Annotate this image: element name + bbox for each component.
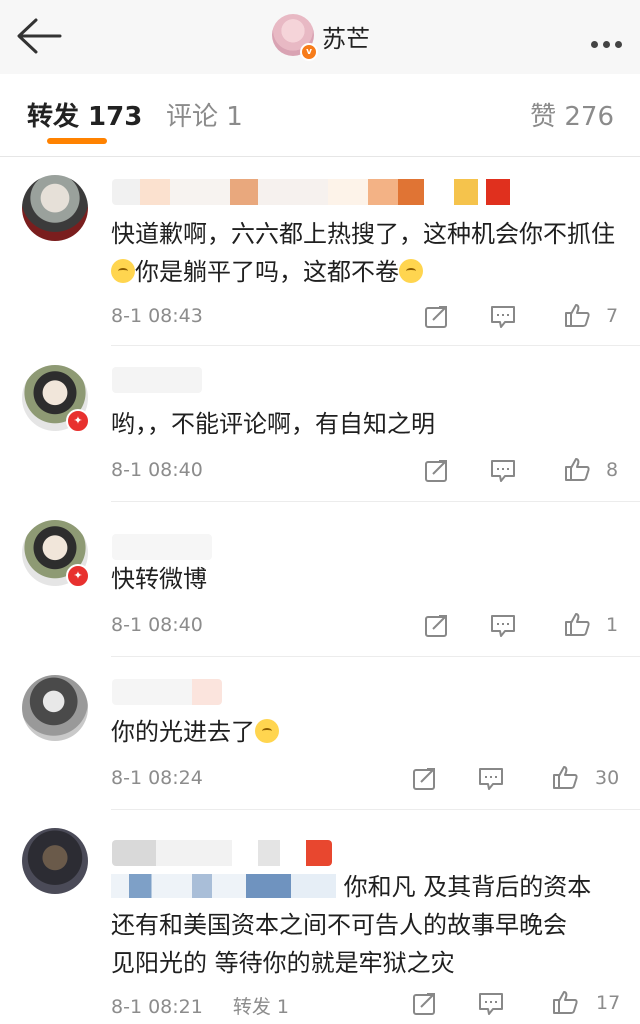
tab-bar: 转发 173 评论 1 赞 276 — [0, 74, 640, 157]
like-count: 8 — [606, 459, 619, 481]
user-badge-icon: ✦ — [66, 564, 90, 588]
like-count: 1 — [606, 614, 619, 636]
like-count: 7 — [606, 305, 619, 327]
comment-text: 哟，，不能评论啊，有自知之明 — [111, 410, 435, 438]
list-item: 你的光进去了 8-1 08:24 30 — [0, 657, 640, 810]
list-item: ✦ 快转微博 8-1 08:40 1 — [0, 502, 640, 657]
like-thumb-icon[interactable] — [564, 457, 590, 481]
crying-emoji-icon — [255, 719, 279, 743]
comment-icon[interactable] — [490, 614, 516, 638]
list-item: 你和凡 及其背后的资本 还有和美国资本之间不可告人的故事早晚会 见阳光的 等待你… — [0, 810, 640, 1024]
username-masked[interactable] — [112, 534, 212, 560]
repost-icon[interactable] — [424, 305, 450, 329]
comment-time: 8-1 08:24 — [111, 767, 203, 789]
like-count: 30 — [595, 767, 620, 789]
repost-icon[interactable] — [412, 767, 438, 791]
comment-text: 快转微博 — [111, 565, 207, 593]
comment-text: 你的光进去了 — [111, 713, 621, 751]
like-thumb-icon[interactable] — [564, 612, 590, 636]
repost-icon[interactable] — [424, 614, 450, 638]
more-options-icon[interactable] — [586, 33, 622, 52]
list-item: ✦ 哟，，不能评论啊，有自知之明 8-1 08:40 8 — [0, 347, 640, 502]
avatar[interactable] — [22, 828, 88, 894]
thinking-emoji-icon — [111, 259, 135, 283]
comment-time: 8-1 08:43 — [111, 305, 203, 327]
comment-time: 8-1 08:21 — [111, 996, 203, 1018]
active-tab-indicator — [47, 138, 107, 144]
like-thumb-icon[interactable] — [552, 765, 578, 789]
back-arrow-icon[interactable] — [14, 16, 62, 56]
like-count: 17 — [596, 992, 621, 1014]
repost-count[interactable]: 转发 1 — [233, 996, 289, 1018]
avatar[interactable] — [22, 675, 88, 741]
comment-icon[interactable] — [490, 459, 516, 483]
username-masked[interactable] — [112, 679, 222, 705]
comment-meta: 8-1 08:21 转发 1 — [111, 992, 289, 1019]
avatar[interactable] — [22, 175, 88, 241]
comment-icon[interactable] — [478, 992, 504, 1016]
username-masked[interactable] — [112, 367, 202, 393]
thinking-emoji-icon — [399, 259, 423, 283]
top-bar: v 苏芒 — [0, 0, 640, 74]
verified-badge-icon: v — [300, 43, 318, 61]
username-masked[interactable] — [112, 179, 522, 205]
comment-icon[interactable] — [478, 767, 504, 791]
comment-time: 8-1 08:40 — [111, 459, 203, 481]
divider — [111, 345, 640, 346]
masked-mention-link[interactable] — [111, 874, 336, 898]
like-thumb-icon[interactable] — [552, 990, 578, 1014]
comment-text: 快道歉啊，六六都上热搜了，这种机会你不抓住你是躺平了吗，这都不卷 — [111, 220, 615, 286]
repost-icon[interactable] — [412, 992, 438, 1016]
page-title: 苏芒 — [322, 25, 370, 53]
list-item: 快道歉啊，六六都上热搜了，这种机会你不抓住你是躺平了吗，这都不卷 8-1 08:… — [0, 157, 640, 347]
like-thumb-icon[interactable] — [564, 303, 590, 327]
comment-text: 你和凡 及其背后的资本 还有和美国资本之间不可告人的故事早晚会 见阳光的 等待你… — [111, 873, 592, 977]
repost-icon[interactable] — [424, 459, 450, 483]
comment-time: 8-1 08:40 — [111, 614, 203, 636]
tab-like[interactable]: 赞 276 — [530, 96, 614, 133]
comment-icon[interactable] — [490, 305, 516, 329]
user-badge-icon: ✦ — [66, 409, 90, 433]
username-masked[interactable] — [112, 840, 332, 866]
tab-comment[interactable]: 评论 1 — [166, 96, 243, 133]
tab-repost[interactable]: 转发 173 — [27, 96, 142, 133]
